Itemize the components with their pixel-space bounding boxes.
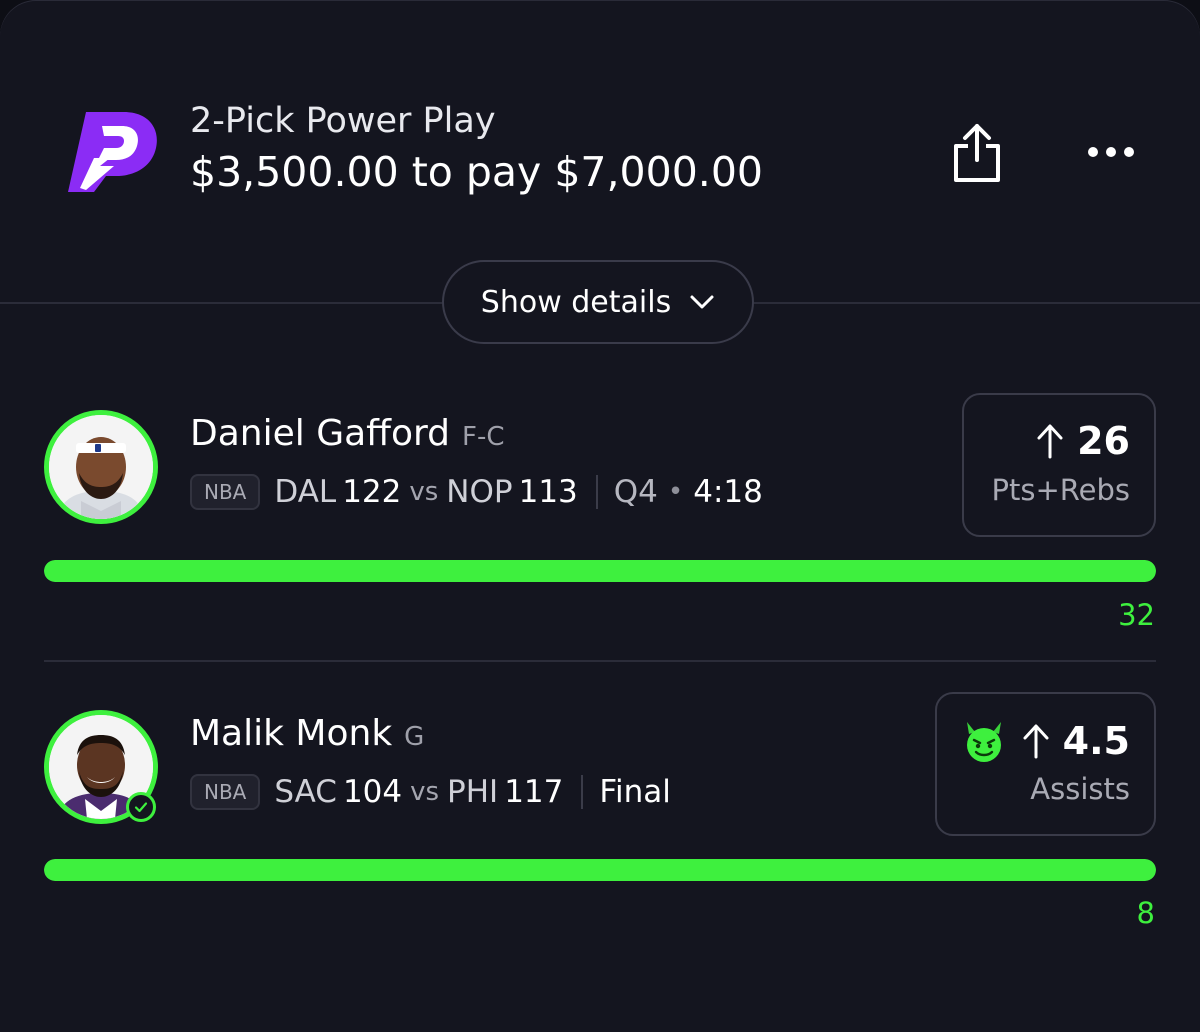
projection-line: 4.5 xyxy=(961,718,1130,764)
player-name: Daniel Gafford F-C xyxy=(190,412,505,459)
score-2: 113 xyxy=(518,474,578,510)
projection-line: 26 xyxy=(1035,419,1130,463)
projection-stat: Assists xyxy=(1030,772,1130,806)
arrow-up-icon xyxy=(1037,424,1063,459)
show-details-button[interactable]: Show details xyxy=(442,260,754,344)
progress-bar xyxy=(44,560,1156,582)
actual-value: 8 xyxy=(1136,896,1155,930)
chevron-down-icon xyxy=(690,295,714,309)
prizepicks-logo-icon xyxy=(68,112,157,192)
score-2: 117 xyxy=(504,774,564,810)
status-dot: • xyxy=(667,477,684,507)
score-1: 104 xyxy=(342,774,403,810)
demon-icon xyxy=(966,722,1001,762)
player-avatar xyxy=(44,410,158,524)
projection-stat: Pts+Rebs xyxy=(991,473,1130,507)
more-icon[interactable] xyxy=(1083,132,1139,172)
team-2: PHI xyxy=(447,774,499,810)
check-circle-icon xyxy=(126,792,156,822)
vs-label: vs xyxy=(410,777,440,807)
game-info: NBA DAL 122 vs NOP 113 Q4 • 4:18 xyxy=(190,474,763,510)
vs-label: vs xyxy=(409,477,439,507)
league-badge: NBA xyxy=(190,474,261,510)
row-divider xyxy=(44,660,1156,662)
team-1: DAL xyxy=(274,474,337,510)
projection-value: 26 xyxy=(1077,419,1130,463)
actual-value: 32 xyxy=(1118,598,1155,632)
pick-card: 2-Pick Power Play $3,500.00 to pay $7,00… xyxy=(0,0,1200,1032)
header-text: 2-Pick Power Play $3,500.00 to pay $7,00… xyxy=(190,98,763,200)
show-details-label: Show details xyxy=(480,284,672,320)
score-1: 122 xyxy=(342,474,402,510)
progress-bar xyxy=(44,859,1156,881)
share-icon[interactable] xyxy=(950,122,1004,184)
league-badge: NBA xyxy=(190,774,261,810)
progress-fill xyxy=(44,560,1156,582)
arrow-up-icon xyxy=(1023,724,1049,759)
game-info: NBA SAC 104 vs PHI 117 Final xyxy=(190,774,671,810)
play-amount: $3,500.00 to pay $7,000.00 xyxy=(190,148,763,196)
player-position: F-C xyxy=(462,422,505,452)
projection-box[interactable]: 26 Pts+Rebs xyxy=(962,393,1156,537)
team-1: SAC xyxy=(274,774,337,810)
game-status: Final xyxy=(599,774,671,810)
projection-value: 4.5 xyxy=(1062,719,1130,763)
player-name-text: Malik Monk xyxy=(190,713,393,754)
game-quarter: Q4 xyxy=(613,474,658,510)
status-separator xyxy=(595,475,598,509)
player-name-text: Daniel Gafford xyxy=(190,413,450,454)
game-clock: 4:18 xyxy=(693,474,763,510)
player-position: G xyxy=(404,722,425,752)
progress-fill xyxy=(44,859,1156,881)
play-title: 2-Pick Power Play xyxy=(190,101,496,141)
team-2: NOP xyxy=(446,474,513,510)
player-headshot-icon xyxy=(49,415,153,519)
status-separator xyxy=(581,775,584,809)
player-name: Malik Monk G xyxy=(190,712,424,759)
projection-box[interactable]: 4.5 Assists xyxy=(935,692,1156,836)
